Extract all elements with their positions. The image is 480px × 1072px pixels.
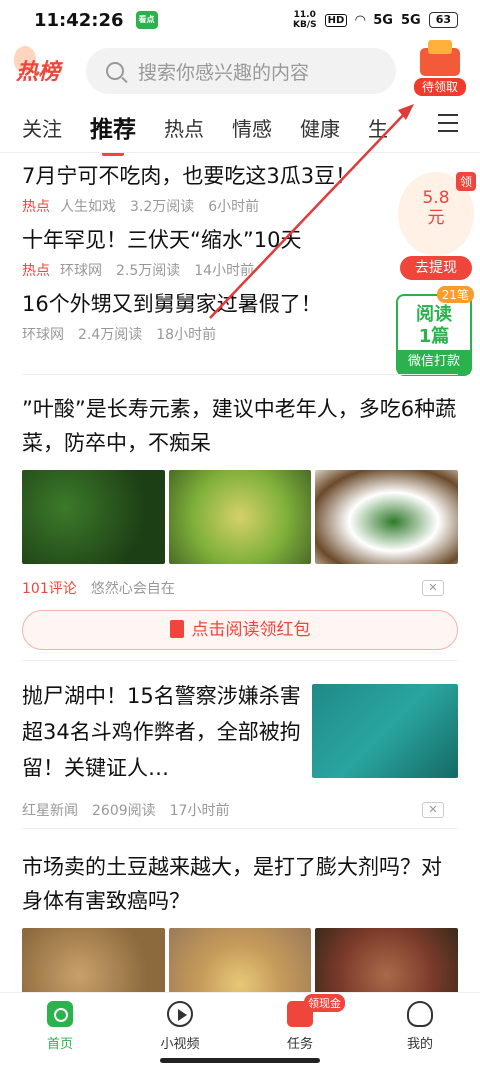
article-source: 悠然心会自在 bbox=[90, 581, 175, 597]
tab-follow[interactable]: 关注 bbox=[22, 113, 62, 142]
status-indicators: 11.0 KB/S HD ◠ 5G 5G 63 bbox=[293, 10, 458, 30]
list-item[interactable]: 7月宁可不吃肉，也要吃这3瓜3豆！ 热点 人生如戏 3.2万阅读 6小时前 bbox=[22, 160, 392, 224]
coin-value: 5.8 元 bbox=[422, 188, 450, 228]
wifi-icon: ◠ bbox=[355, 12, 366, 28]
read-count-badge: 21笔 bbox=[436, 286, 474, 303]
article-title[interactable]: 抛尸湖中！15名警察涉嫌杀害超34名斗鸡作弊者，全部被拘留！关键证人… bbox=[22, 678, 302, 786]
profile-icon bbox=[407, 1001, 433, 1027]
comment-count: 101评论 bbox=[22, 581, 77, 597]
tab-emotion[interactable]: 情感 bbox=[232, 113, 272, 142]
article-meta: 101评论 悠然心会自在 ✕ bbox=[22, 578, 458, 598]
hot-title[interactable]: 7月宁可不吃肉，也要吃这3瓜3豆！ bbox=[22, 160, 392, 190]
tab-hot[interactable]: 热点 bbox=[164, 113, 204, 142]
tab-health[interactable]: 健康 bbox=[300, 113, 340, 142]
article-card[interactable]: ”叶酸”是长寿元素，建议中老年人，多吃6种蔬菜，防卒中，不痴呆 101评论 悠然… bbox=[22, 392, 459, 650]
video-icon bbox=[167, 1001, 193, 1027]
article-reads: 2609阅读 bbox=[92, 803, 156, 819]
divider bbox=[22, 660, 458, 661]
withdraw-button[interactable]: 去提现 bbox=[400, 256, 472, 280]
divider bbox=[22, 374, 458, 375]
red-packet-icon bbox=[420, 40, 460, 76]
article-title[interactable]: 市场卖的土豆越来越大，是打了膨大剂吗？对身体有害致癌吗？ bbox=[22, 850, 458, 918]
search-icon bbox=[106, 62, 124, 80]
article-source: 红星新闻 bbox=[22, 803, 78, 819]
battery-icon: 63 bbox=[428, 12, 458, 28]
article-card[interactable]: 抛尸湖中！15名警察涉嫌杀害超34名斗鸡作弊者，全部被拘留！关键证人… 红星新闻… bbox=[22, 678, 458, 820]
category-tabs: 关注 推荐 热点 情感 健康 生 bbox=[0, 104, 480, 150]
pending-reward-button[interactable]: 待领取 bbox=[414, 40, 466, 98]
home-indicator bbox=[160, 1058, 320, 1063]
nav-profile[interactable]: 我的 bbox=[360, 993, 480, 1072]
task-cash-badge: 领现金 bbox=[304, 994, 345, 1012]
signal-icon-2: 5G bbox=[400, 12, 421, 28]
article-title[interactable]: ”叶酸”是长寿元素，建议中老年人，多吃6种蔬菜，防卒中，不痴呆 bbox=[22, 392, 458, 460]
status-time: 11:42:26 bbox=[34, 9, 124, 31]
app-notification-icon: 看点 bbox=[135, 11, 158, 29]
home-icon bbox=[47, 1001, 73, 1027]
network-speed: 11.0 KB/S bbox=[292, 10, 317, 30]
signal-icon-1: 5G bbox=[373, 12, 393, 28]
hot-title[interactable]: 十年罕见！三伏天“缩水”10天 bbox=[22, 224, 392, 254]
red-packet-icon bbox=[169, 620, 184, 638]
article-time: 17小时前 bbox=[169, 803, 230, 819]
hot-meta: 热点 环球网 2.5万阅读 14小时前 bbox=[22, 263, 255, 279]
read-red-packet-button[interactable]: 点击阅读领红包 bbox=[22, 610, 458, 650]
article-images[interactable] bbox=[22, 470, 459, 564]
dismiss-icon[interactable]: ✕ bbox=[422, 802, 444, 818]
nav-home[interactable]: 首页 bbox=[0, 993, 120, 1072]
status-bar: 11:42:26 看点 11.0 KB/S HD ◠ 5G 5G 63 bbox=[0, 0, 480, 40]
read-reward-card[interactable]: 21笔 阅读 1篇 微信打款 bbox=[396, 286, 474, 376]
peas-egg-image[interactable] bbox=[168, 470, 312, 564]
pending-reward-label: 待领取 bbox=[414, 78, 466, 96]
greens-plate-image[interactable] bbox=[315, 470, 459, 564]
hot-list: 7月宁可不吃肉，也要吃这3瓜3豆！ 热点 人生如戏 3.2万阅读 6小时前 十年罕见！… bbox=[22, 160, 392, 352]
coin-reward[interactable]: 领 5.8 元 bbox=[398, 172, 476, 256]
hot-meta: 环球网 2.4万阅读 18小时前 bbox=[22, 327, 217, 343]
divider bbox=[22, 828, 458, 829]
tab-life[interactable]: 生 bbox=[368, 113, 388, 142]
menu-icon[interactable] bbox=[438, 114, 458, 132]
list-item[interactable]: 16个外甥又到舅舅家过暑假了！ 环球网 2.4万阅读 18小时前 bbox=[22, 288, 392, 352]
divider bbox=[0, 152, 480, 153]
article-meta: 红星新闻 2609阅读 17小时前 ✕ bbox=[22, 800, 458, 820]
app-logo: 热榜 bbox=[16, 60, 61, 85]
hd-icon: HD bbox=[324, 13, 348, 27]
header: 热榜 搜索你感兴趣的内容 待领取 bbox=[0, 40, 480, 100]
wechat-payout-label: 微信打款 bbox=[398, 350, 470, 374]
spinach-image[interactable] bbox=[22, 470, 165, 564]
hot-title[interactable]: 16个外甥又到舅舅家过暑假了！ bbox=[22, 288, 392, 318]
hot-meta: 热点 人生如戏 3.2万阅读 6小时前 bbox=[22, 199, 260, 215]
search-placeholder: 搜索你感兴趣的内容 bbox=[138, 61, 310, 84]
dismiss-icon[interactable]: ✕ bbox=[422, 580, 444, 596]
search-input[interactable]: 搜索你感兴趣的内容 bbox=[86, 48, 396, 94]
tab-recommend[interactable]: 推荐 bbox=[90, 110, 136, 144]
read-reward-text: 阅读 1篇 bbox=[416, 304, 452, 347]
cockfight-image[interactable] bbox=[312, 684, 458, 778]
list-item[interactable]: 十年罕见！三伏天“缩水”10天 热点 环球网 2.5万阅读 14小时前 bbox=[22, 224, 392, 288]
